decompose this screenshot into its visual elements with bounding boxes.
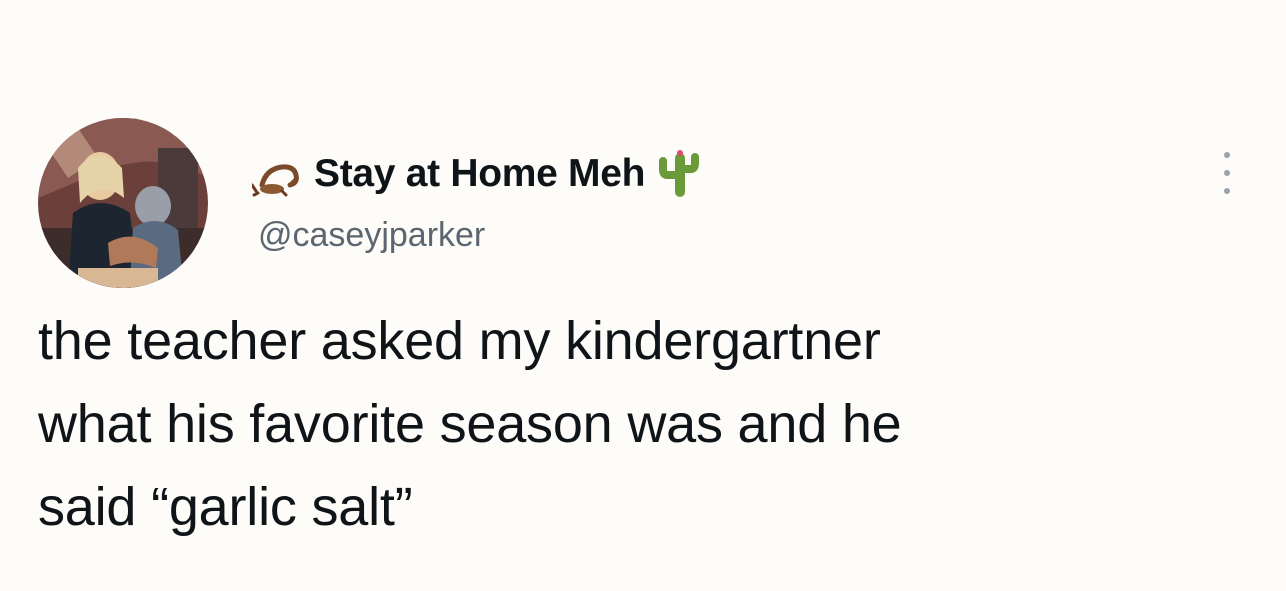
scorpion-icon	[250, 151, 310, 197]
author-name-row[interactable]: Stay at Home Meh	[250, 146, 701, 202]
more-vertical-icon	[1224, 188, 1230, 194]
tweet-header: Stay at Home Meh @caseyjparker	[250, 138, 1152, 254]
cactus-icon	[657, 149, 701, 199]
more-vertical-icon	[1224, 152, 1230, 158]
tweet-text: the teacher asked my kindergartner what …	[38, 300, 1258, 549]
more-options-button[interactable]	[1212, 148, 1242, 198]
tweet-text-line: said “garlic salt”	[38, 477, 413, 537]
author-handle[interactable]: @caseyjparker	[258, 216, 485, 255]
avatar[interactable]	[38, 118, 208, 288]
tweet-card: Stay at Home Meh @caseyjparker the teach…	[0, 0, 1286, 591]
tweet-text-line: what his favorite season was and he	[38, 394, 902, 454]
more-vertical-icon	[1224, 170, 1230, 176]
avatar-photo	[38, 118, 208, 288]
author-display-name[interactable]: Stay at Home Meh	[314, 152, 645, 196]
tweet-text-line: the teacher asked my kindergartner	[38, 311, 881, 371]
